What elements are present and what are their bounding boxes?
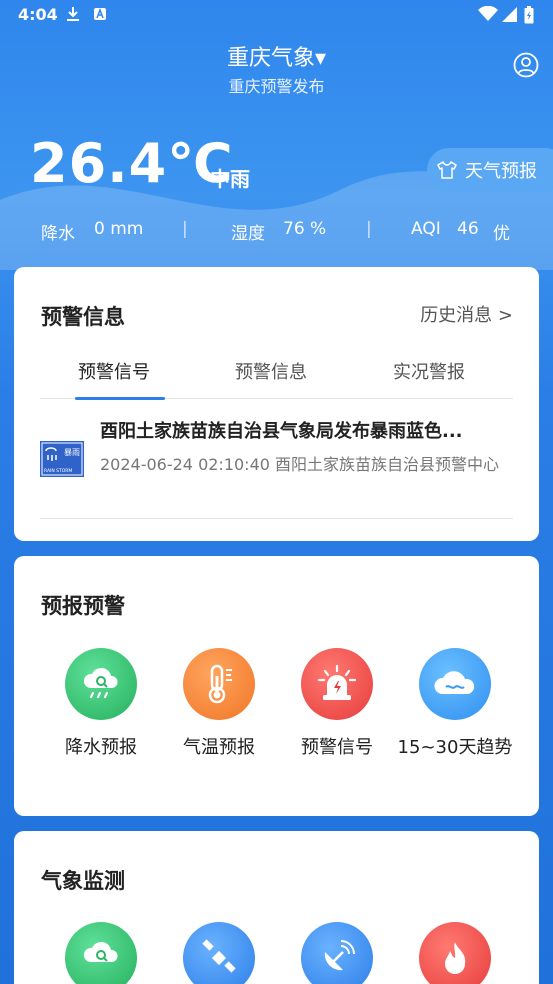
status-time: 4:04 [18, 5, 58, 24]
temp-forecast-label: 气温预报 [183, 737, 255, 758]
app-notification-icon [94, 7, 106, 20]
forecast-card-title: 预报预警 [41, 594, 125, 618]
humidity-value: 76 % [283, 219, 327, 239]
active-tab-indicator [75, 397, 165, 400]
monitor-card-title: 气象监测 [41, 869, 125, 893]
precip-value: 0 mm [94, 219, 144, 239]
weather-condition: 中雨 [210, 167, 250, 191]
cloud-trend-icon [419, 648, 491, 720]
shirt-icon [437, 161, 457, 179]
tab-live-alerts[interactable]: 实况警报 [393, 358, 465, 384]
user-profile-icon[interactable] [513, 52, 539, 78]
aqi-level: 优 [493, 224, 510, 244]
warning-card-title: 预警信息 [41, 305, 125, 329]
humidity-label: 湿度 [231, 224, 265, 244]
monitor-card: 气象监测 [14, 831, 539, 984]
forecast-button-label: 天气预报 [465, 161, 537, 182]
status-bar: 4:04 [0, 0, 553, 30]
history-messages-link[interactable]: 历史消息 > [420, 301, 513, 327]
warning-item-title: 酉阳土家族苗族自治县气象局发布暴雨蓝色... [100, 421, 463, 442]
rain-monitor-icon [65, 922, 137, 984]
warning-tabs: 预警信号 预警信息 实况警报 [40, 355, 513, 400]
tab-warning-signal[interactable]: 预警信号 [78, 358, 150, 384]
fire-item[interactable] [396, 922, 514, 984]
aqi-value: 46 [457, 219, 479, 239]
precip-forecast-item[interactable]: 降水预报 [42, 648, 160, 762]
trend-item[interactable]: 15~30天趋势 [396, 648, 514, 762]
radar-item[interactable] [278, 922, 396, 984]
warning-card: 预警信息 历史消息 > 预警信号 预警信息 实况警报 暴雨 RAIN STORM… [14, 267, 539, 541]
warning-signal-item[interactable]: 预警信号 [278, 648, 396, 762]
badge-text-bottom: RAIN STORM [44, 468, 72, 474]
weather-stats: 降水 0 mm | 湿度 76 % | AQI 46 优 [0, 216, 553, 244]
precip-label: 降水 [41, 224, 75, 244]
header-subtitle: 重庆预警发布 [228, 77, 325, 96]
alarm-icon [301, 648, 373, 720]
forecast-card: 预报预警 降水预报 气温预报 预警信号 15~30天趋势 [14, 556, 539, 816]
battery-icon [524, 6, 534, 24]
radar-icon [301, 922, 373, 984]
temp-forecast-item[interactable]: 气温预报 [160, 648, 278, 762]
aqi-label: AQI [411, 219, 441, 239]
fire-icon [419, 922, 491, 984]
badge-text-top: 暴雨 [64, 448, 80, 457]
warning-item-meta: 2024-06-24 02:10:40 酉阳土家族苗族自治县预警中心 [100, 455, 500, 474]
weather-forecast-button[interactable]: 天气预报 [427, 148, 553, 192]
rain-forecast-icon [65, 648, 137, 720]
city-selector[interactable]: 重庆气象▾ [0, 40, 553, 72]
download-icon [67, 7, 79, 21]
divider: | [182, 219, 188, 239]
warning-list-item[interactable]: 暴雨 RAIN STORM 酉阳土家族苗族自治县气象局发布暴雨蓝色... 202… [40, 409, 513, 519]
thermometer-icon [183, 648, 255, 720]
rainstorm-blue-warning-icon: 暴雨 RAIN STORM [40, 441, 84, 477]
warning-signal-label: 预警信号 [301, 737, 373, 758]
tab-warning-info[interactable]: 预警信息 [235, 358, 307, 384]
signal-icon [502, 7, 517, 22]
wifi-icon [478, 6, 498, 21]
precip-forecast-label: 降水预报 [65, 737, 137, 758]
trend-label: 15~30天趋势 [397, 737, 513, 758]
satellite-item[interactable] [160, 922, 278, 984]
rain-monitor-item[interactable] [42, 922, 160, 984]
satellite-icon [183, 922, 255, 984]
divider: | [366, 219, 372, 239]
current-temperature: 26.4℃ [30, 132, 234, 195]
